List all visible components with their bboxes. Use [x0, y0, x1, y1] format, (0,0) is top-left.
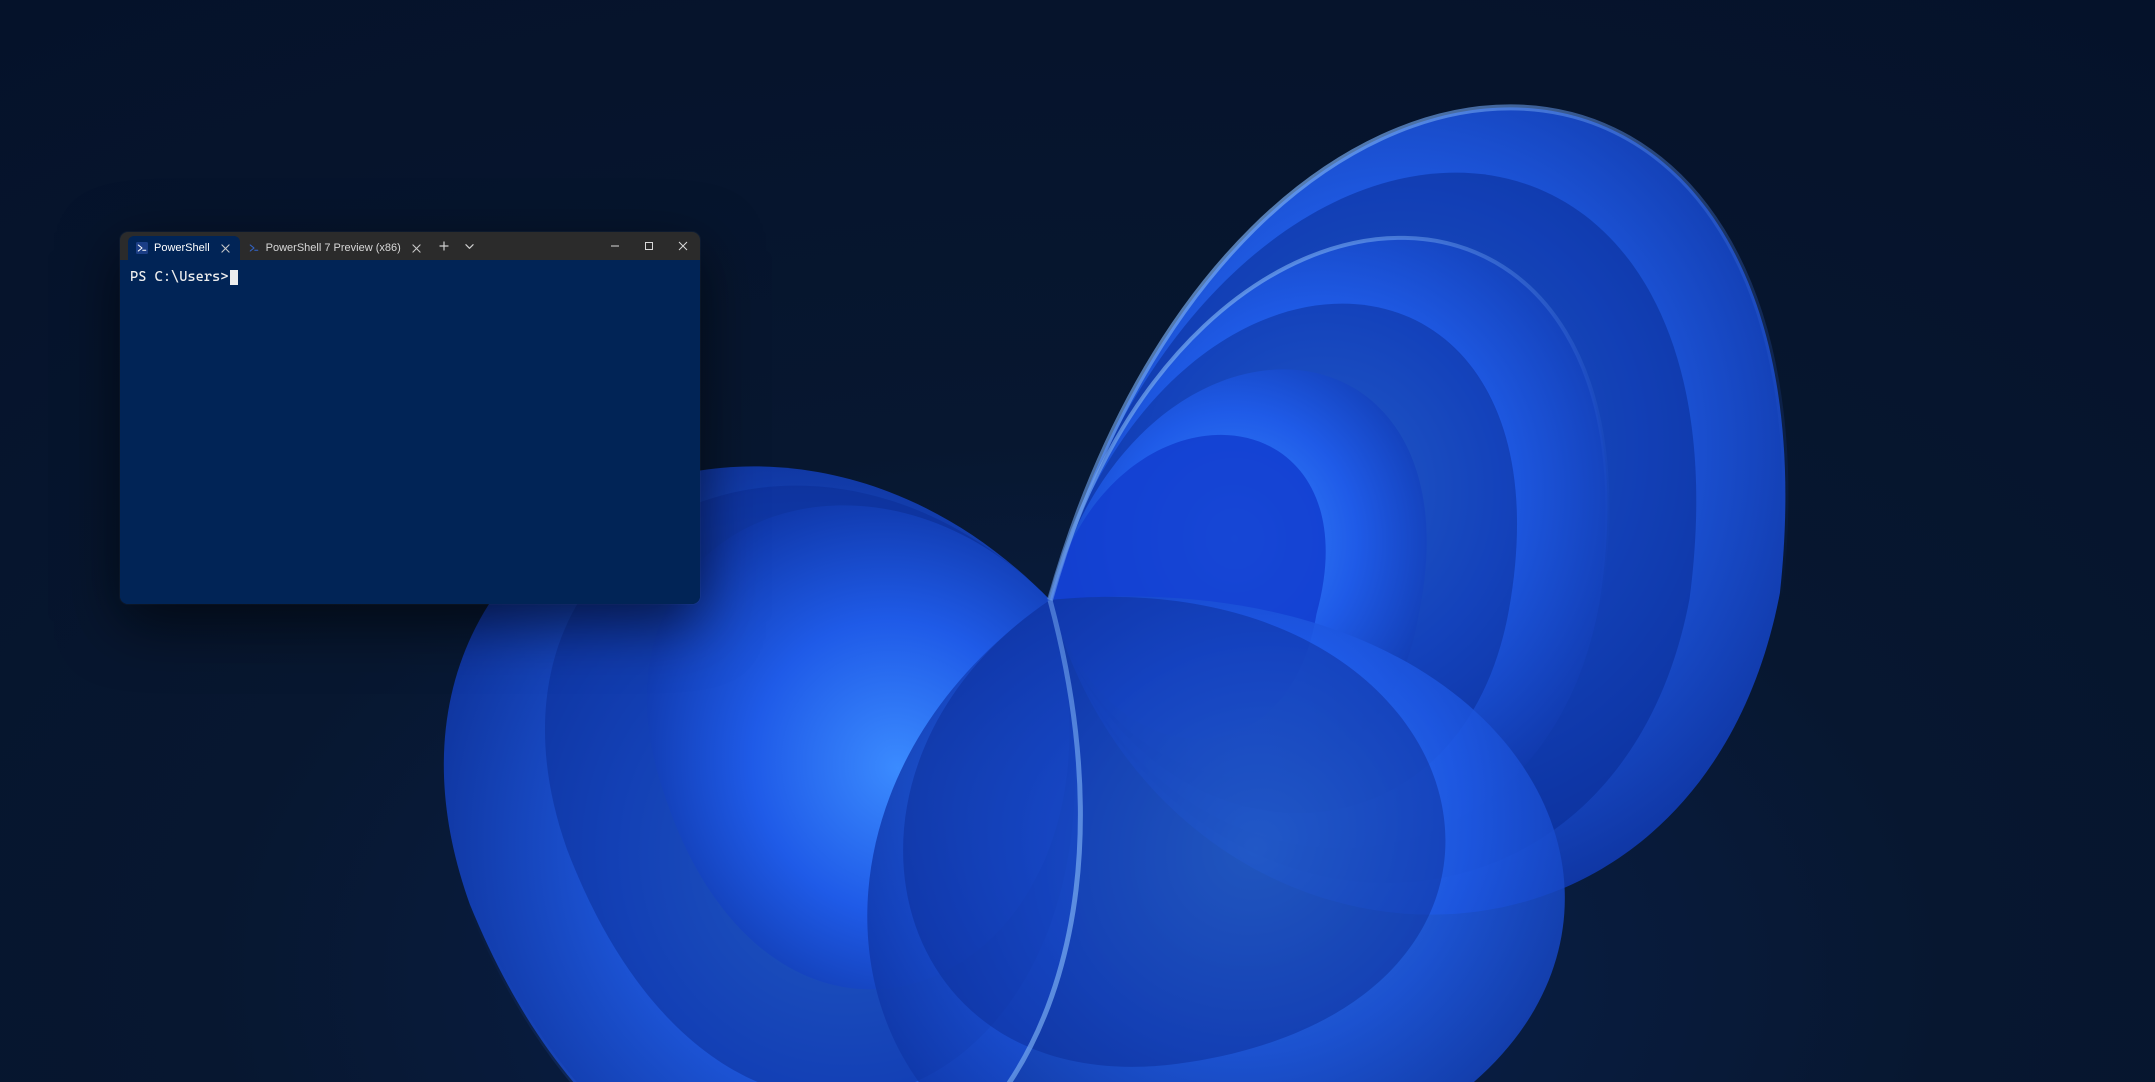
powershell-icon	[136, 242, 148, 254]
terminal-body[interactable]: PS C:\Users>	[120, 260, 700, 604]
powershell-preview-icon	[248, 242, 260, 254]
titlebar-drag-region[interactable]	[483, 232, 598, 260]
tab-powershell[interactable]: PowerShell	[128, 236, 240, 260]
text-cursor	[230, 270, 238, 285]
desktop-wallpaper: PowerShell PowerShell 7 Preview (x86)	[0, 0, 2155, 1082]
close-window-button[interactable]	[666, 232, 700, 260]
maximize-button[interactable]	[632, 232, 666, 260]
new-tab-button[interactable]	[431, 232, 457, 260]
close-tab-icon[interactable]	[409, 240, 425, 256]
tab-controls	[431, 232, 483, 260]
tab-powershell-preview[interactable]: PowerShell 7 Preview (x86)	[240, 236, 431, 260]
minimize-button[interactable]	[598, 232, 632, 260]
tab-dropdown-button[interactable]	[457, 232, 483, 260]
prompt-text: PS C:\Users>	[130, 269, 228, 285]
window-controls	[598, 232, 700, 260]
tab-label: PowerShell	[154, 242, 210, 254]
close-tab-icon[interactable]	[218, 240, 234, 256]
tab-strip: PowerShell PowerShell 7 Preview (x86)	[120, 232, 431, 260]
terminal-window[interactable]: PowerShell PowerShell 7 Preview (x86)	[120, 232, 700, 604]
titlebar[interactable]: PowerShell PowerShell 7 Preview (x86)	[120, 232, 700, 260]
tab-label: PowerShell 7 Preview (x86)	[266, 242, 401, 254]
